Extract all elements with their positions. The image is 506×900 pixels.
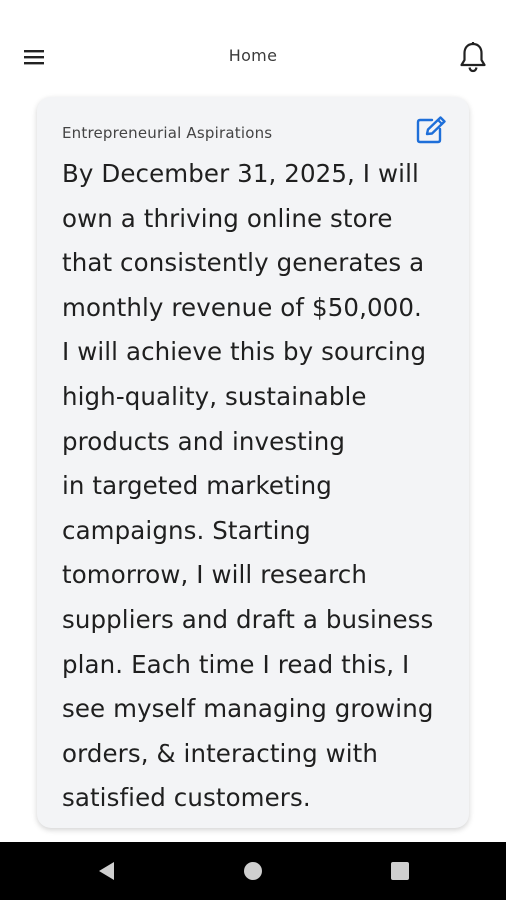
card-title: Entrepreneurial Aspirations — [62, 124, 273, 142]
recents-square-icon[interactable] — [388, 859, 412, 883]
bell-icon[interactable] — [458, 41, 488, 73]
edit-pencil-icon[interactable] — [416, 116, 446, 144]
affirmation-text: By December 31, 2025, I will own a thriv… — [62, 159, 434, 813]
back-triangle-icon[interactable] — [95, 859, 119, 883]
system-nav-bar — [0, 842, 506, 900]
page-title: Home — [228, 46, 278, 65]
affirmation-card[interactable]: Entrepreneurial Aspirations By December … — [37, 97, 469, 828]
home-circle-icon[interactable] — [241, 859, 265, 883]
